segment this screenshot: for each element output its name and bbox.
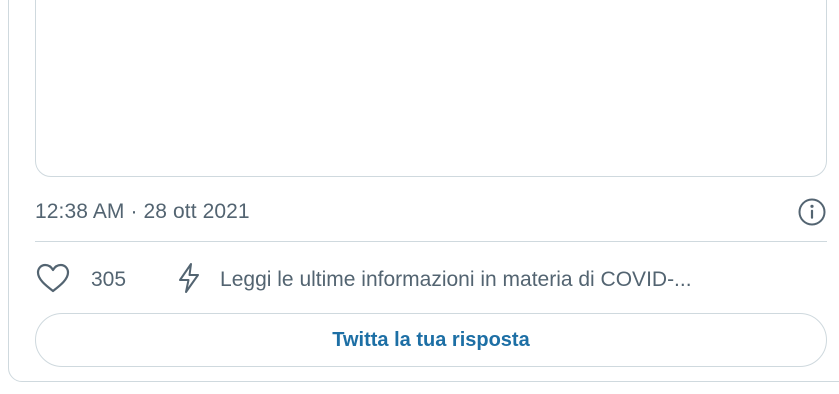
covid-info-text: Leggi le ultime informazioni in materia … [220, 268, 692, 291]
divider [35, 241, 827, 242]
info-icon[interactable] [797, 197, 827, 227]
like-count: 305 [91, 268, 127, 291]
tweet-meta-row: 12:38 AM · 28 ott 2021 [35, 196, 827, 228]
tweet-media-embed[interactable] [35, 0, 827, 177]
tweet-action-row: 305 Leggi le ultime informazioni in mate… [35, 262, 827, 298]
like-button[interactable]: 305 [35, 262, 126, 299]
reply-button[interactable]: Twitta la tua risposta [35, 313, 827, 367]
heart-outline-icon [35, 262, 71, 299]
lightning-bolt-icon [176, 262, 202, 299]
reply-button-label: Twitta la tua risposta [332, 328, 530, 351]
covid-info-link[interactable]: Leggi le ultime informazioni in materia … [176, 262, 827, 299]
tweet-timestamp[interactable]: 12:38 AM · 28 ott 2021 [35, 200, 250, 224]
